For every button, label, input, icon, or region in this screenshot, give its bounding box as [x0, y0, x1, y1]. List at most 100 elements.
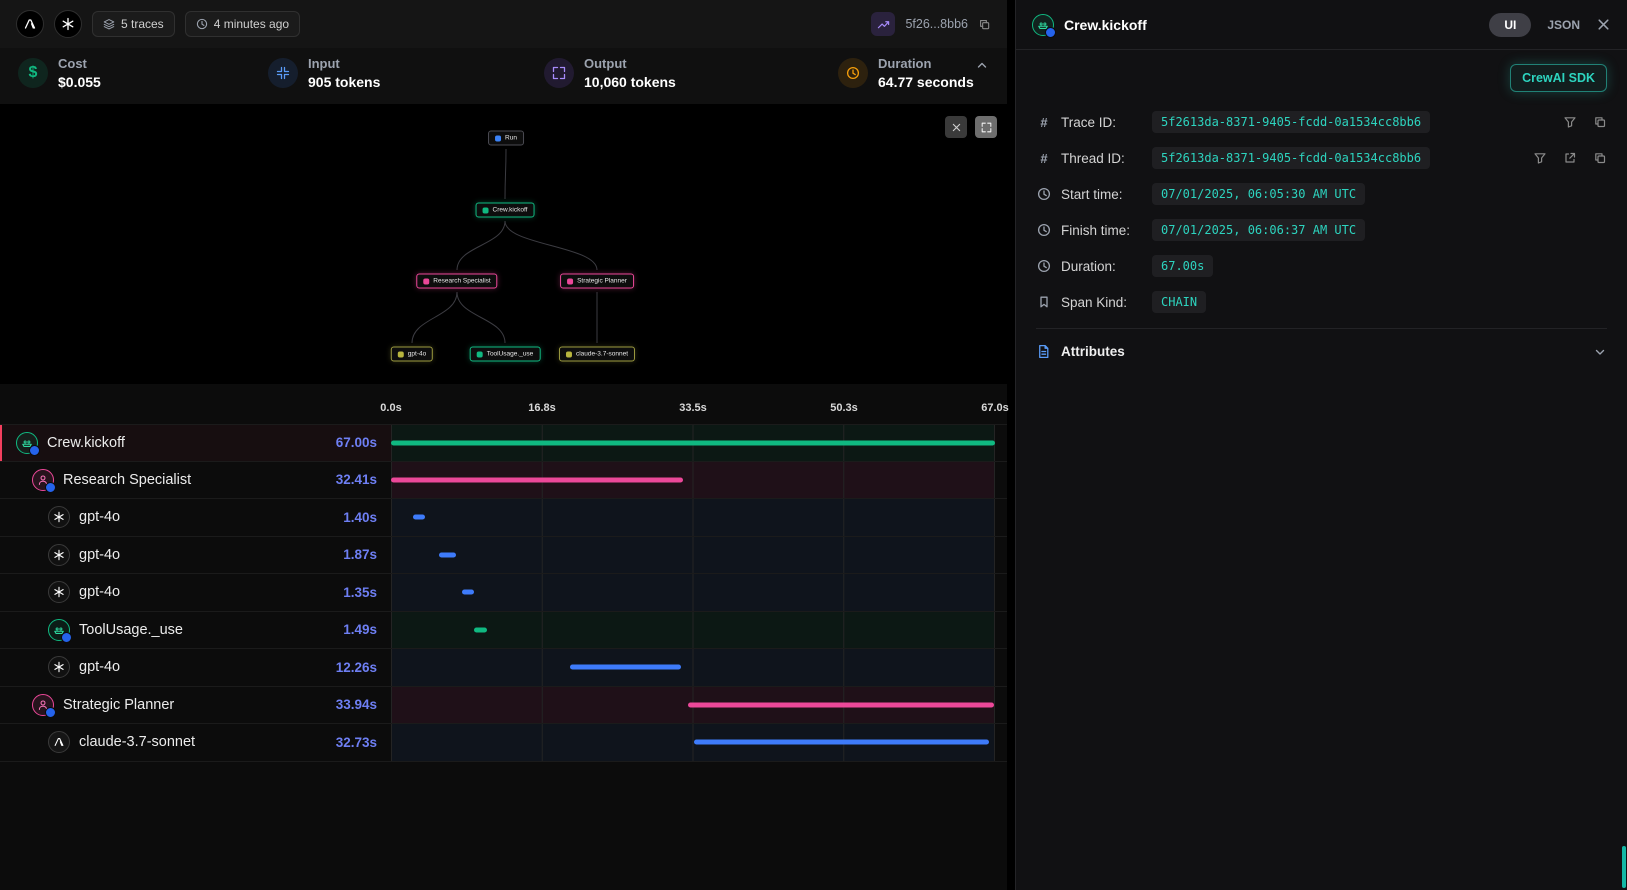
timeline-row[interactable]: gpt-4o 1.35s [0, 574, 1007, 612]
timeline-row-label-cell[interactable]: gpt-4o 12.26s [0, 649, 391, 686]
span-type-icon [32, 469, 54, 491]
timeline-row-track[interactable] [391, 462, 995, 499]
timeline-row[interactable]: Research Specialist 32.41s [0, 462, 1007, 500]
hash-icon: # [1036, 115, 1052, 130]
copy-icon[interactable] [1593, 115, 1607, 129]
stat-cost: $ Cost $0.055 [18, 56, 268, 90]
stat-label: Input [308, 56, 380, 71]
timeline-row[interactable]: Strategic Planner 33.94s [0, 687, 1007, 725]
graph-node[interactable]: ToolUsage._use [470, 347, 541, 362]
trace-topbar: 5 traces 4 minutes ago 5f26...8bb6 [0, 0, 1007, 48]
graph-edges [0, 104, 1007, 384]
crew-icon [1032, 14, 1054, 36]
timeline-span-bar[interactable] [570, 665, 681, 670]
timeline-row-label-cell[interactable]: ToolUsage._use 1.49s [0, 612, 391, 649]
timeline-row-track[interactable] [391, 649, 995, 686]
timeline-row-track[interactable] [391, 612, 995, 649]
timeline-gridlines [391, 574, 995, 611]
timeline-row-track[interactable] [391, 537, 995, 574]
timeline-span-bar[interactable] [694, 740, 989, 745]
graph-node-label: Crew.kickoff [493, 207, 528, 214]
timeline-span-bar[interactable] [391, 477, 683, 482]
span-type-icon [48, 656, 70, 678]
attributes-section-toggle[interactable]: Attributes [1036, 328, 1607, 374]
close-panel-button[interactable] [1596, 17, 1611, 32]
graph-node[interactable]: Run [488, 131, 524, 146]
timeline-span-bar[interactable] [413, 515, 426, 520]
graph-expand-button[interactable] [975, 116, 997, 138]
timeline-row-label-cell[interactable]: Crew.kickoff 67.00s [0, 425, 391, 461]
timeline-row[interactable]: claude-3.7-sonnet 32.73s [0, 724, 1007, 762]
timeline-row-label-cell[interactable]: gpt-4o 1.35s [0, 574, 391, 611]
span-type-icon [48, 619, 70, 641]
copy-trace-id-button[interactable] [978, 18, 991, 31]
filter-icon[interactable] [1533, 151, 1547, 165]
timeline-row-track[interactable] [391, 574, 995, 611]
timeline-rows: Crew.kickoff 67.00s Research Specialist … [0, 424, 1007, 762]
axis-tick: 67.0s [981, 402, 1009, 414]
graph-node[interactable]: gpt-4o [391, 347, 433, 362]
tab-ui[interactable]: UI [1489, 13, 1531, 37]
tab-json[interactable]: JSON [1547, 18, 1580, 32]
span-name: Research Specialist [63, 472, 191, 488]
timeline-span-bar[interactable] [462, 590, 474, 595]
timeline-row-label-cell[interactable]: gpt-4o 1.87s [0, 537, 391, 574]
field-label: Span Kind: [1061, 295, 1143, 310]
stat-label: Cost [58, 56, 101, 71]
timeline-row[interactable]: gpt-4o 1.87s [0, 537, 1007, 575]
external-link-icon[interactable] [1563, 151, 1577, 165]
timeline-row[interactable]: gpt-4o 12.26s [0, 649, 1007, 687]
traces-count-badge[interactable]: 5 traces [92, 11, 175, 37]
axis-tick: 50.3s [830, 402, 858, 414]
trace-trend-icon[interactable] [871, 12, 895, 36]
timeline-row-label-cell[interactable]: claude-3.7-sonnet 32.73s [0, 724, 391, 761]
copy-icon[interactable] [1593, 151, 1607, 165]
graph-node-label: claude-3.7-sonnet [576, 351, 628, 358]
timeline-row[interactable]: ToolUsage._use 1.49s [0, 612, 1007, 650]
span-name: ToolUsage._use [79, 622, 183, 638]
stat-value: 64.77 seconds [878, 74, 974, 90]
stat-value: 10,060 tokens [584, 74, 676, 90]
field-label: Start time: [1061, 187, 1143, 202]
graph-node-label: Research Specialist [433, 278, 490, 285]
timeline-row-track[interactable] [391, 724, 995, 761]
timeline-row[interactable]: Crew.kickoff 67.00s [0, 424, 1007, 462]
timeline-row[interactable]: gpt-4o 1.40s [0, 499, 1007, 537]
axis-tick: 16.8s [528, 402, 556, 414]
timeline-span-bar[interactable] [439, 552, 456, 557]
trace-short-id: 5f26...8bb6 [905, 17, 968, 31]
panel-scrollbar-thumb[interactable] [1622, 846, 1626, 888]
graph-node[interactable]: Research Specialist [416, 274, 497, 289]
hash-icon: # [1036, 151, 1052, 166]
filter-icon[interactable] [1563, 115, 1577, 129]
timeline-span-bar[interactable] [391, 440, 995, 445]
timeline-row-label-cell[interactable]: Research Specialist 32.41s [0, 462, 391, 499]
timeline-span-bar[interactable] [474, 627, 487, 632]
graph-node[interactable]: Crew.kickoff [476, 203, 535, 218]
graph-node[interactable]: claude-3.7-sonnet [559, 347, 635, 362]
trace-timeline: 0.0s16.8s33.5s50.3s67.0s Crew.kickoff 67… [0, 396, 1007, 762]
timeline-row-track[interactable] [391, 499, 995, 536]
collapse-stats-button[interactable] [975, 56, 989, 72]
detail-field: Duration: 67.00s [1036, 248, 1607, 284]
span-name: gpt-4o [79, 509, 120, 525]
graph-node[interactable]: Strategic Planner [560, 274, 634, 289]
field-label: Finish time: [1061, 223, 1143, 238]
clock-icon [1036, 187, 1052, 201]
timeline-row-track[interactable] [391, 425, 995, 461]
span-type-icon [48, 731, 70, 753]
graph-close-button[interactable] [945, 116, 967, 138]
span-type-icon [48, 544, 70, 566]
chevron-down-icon [1593, 345, 1607, 359]
span-name: Crew.kickoff [47, 435, 125, 451]
timeline-row-track[interactable] [391, 687, 995, 724]
span-duration: 1.35s [343, 585, 391, 600]
timeline-row-label-cell[interactable]: gpt-4o 1.40s [0, 499, 391, 536]
clock-icon [1036, 259, 1052, 273]
timeline-axis: 0.0s16.8s33.5s50.3s67.0s [0, 396, 1007, 424]
axis-tick: 0.0s [380, 402, 401, 414]
timeline-span-bar[interactable] [688, 702, 994, 707]
span-type-icon [16, 432, 38, 454]
timeline-row-label-cell[interactable]: Strategic Planner 33.94s [0, 687, 391, 724]
field-value: 5f2613da-8371-9405-fcdd-0a1534cc8bb6 [1152, 111, 1430, 133]
